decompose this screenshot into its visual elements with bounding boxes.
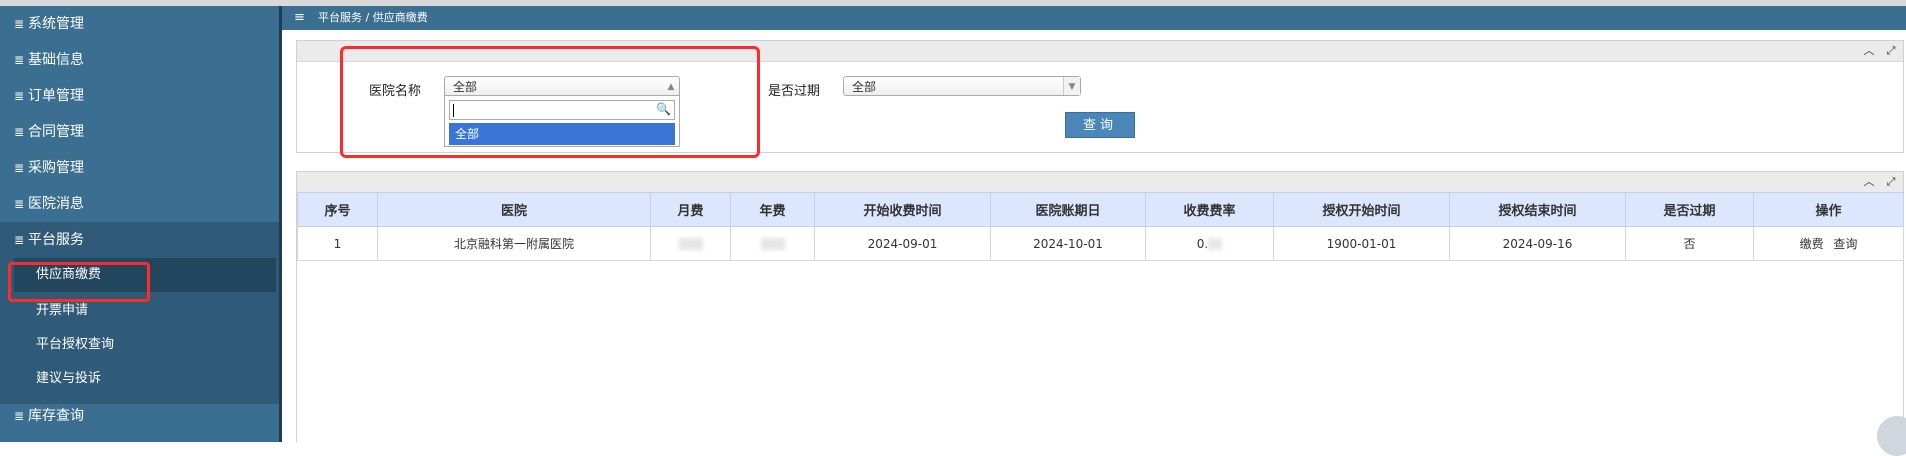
- sidebar-item-purchasing[interactable]: ≣ 采购管理: [0, 150, 279, 186]
- sidebar-item-label: 系统管理: [28, 16, 84, 32]
- sidebar-item-label: 基础信息: [28, 52, 84, 68]
- breadcrumb: 平台服务 / 供应商缴费: [318, 11, 428, 24]
- table-panel-header: ︿ ⤢: [297, 172, 1903, 193]
- list-icon: ≣: [14, 53, 25, 67]
- cell-index: 1: [297, 226, 378, 261]
- list-icon: ≣: [14, 161, 25, 175]
- cell-hospital: 北京融科第一附属医院: [377, 226, 651, 261]
- cell-billing-day: 2024-10-01: [990, 226, 1146, 261]
- col-header-annual-fee[interactable]: 年费: [730, 192, 815, 227]
- sidebar-item-label: 合同管理: [28, 124, 84, 140]
- list-icon: ≣: [14, 125, 25, 139]
- rate-value: 0.: [1196, 236, 1209, 251]
- cell-auth-start: 1900-01-01: [1273, 226, 1450, 261]
- menu-toggle-icon[interactable]: ≡: [294, 6, 305, 30]
- col-header-rate[interactable]: 收费费率: [1145, 192, 1274, 227]
- pay-link[interactable]: 缴费: [1800, 237, 1824, 251]
- sidebar-subitem-feedback[interactable]: 建议与投诉: [0, 362, 279, 396]
- expand-icon[interactable]: ⤢: [1883, 43, 1899, 59]
- col-header-auth-end[interactable]: 授权结束时间: [1449, 192, 1626, 227]
- query-link[interactable]: 查询: [1833, 237, 1857, 251]
- sidebar-item-label: 平台服务: [28, 232, 84, 248]
- expired-label: 是否过期: [768, 84, 821, 99]
- query-button[interactable]: 查询: [1065, 112, 1135, 138]
- blurred-value: [760, 238, 785, 250]
- floating-help-button[interactable]: [1877, 416, 1906, 456]
- col-header-expired[interactable]: 是否过期: [1625, 192, 1754, 227]
- fee-table: 序号 医院 月费 年费 开始收费时间 医院账期日 收费费率 授权开始时间 授权结…: [297, 192, 1904, 261]
- expired-select[interactable]: 全部 ▼: [843, 76, 1081, 96]
- cell-annual-fee: [730, 226, 815, 261]
- sidebar-item-label: 采购管理: [28, 160, 84, 176]
- list-icon: ≣: [14, 197, 25, 211]
- table-panel: ︿ ⤢ 序号 医院 月费 年费 开始收费时间 医院账期日 收费费率 授权开始时间…: [296, 171, 1906, 456]
- collapse-icon[interactable]: ︿: [1861, 43, 1877, 59]
- cell-expired: 否: [1625, 226, 1754, 261]
- highlight-box-sidebar: [8, 262, 150, 302]
- blurred-value: [678, 238, 703, 250]
- sidebar-item-inventory[interactable]: ≣ 库存查询: [0, 398, 279, 434]
- sidebar: ≣ 系统管理 ≣ 基础信息 ≣ 订单管理 ≣ 合同管理 ≣ 采购管理 ≣ 医院消息 ≣ 平台服…: [0, 6, 279, 442]
- breadcrumb-bar: ≡ 平台服务 / 供应商缴费: [282, 6, 1906, 30]
- submenu-platform-services: ≣ 平台服务 供应商缴费 开票申请 平台授权查询 建议与投诉: [0, 222, 279, 404]
- cell-rate: 0.: [1145, 226, 1274, 261]
- col-header-billing-day[interactable]: 医院账期日: [990, 192, 1146, 227]
- sidebar-divider: [279, 6, 282, 442]
- list-icon: ≣: [14, 233, 25, 247]
- col-header-actions: 操作: [1753, 192, 1904, 227]
- table-header-row: 序号 医院 月费 年费 开始收费时间 医院账期日 收费费率 授权开始时间 授权结…: [297, 192, 1904, 227]
- cell-auth-end: 2024-09-16: [1449, 226, 1626, 261]
- collapse-icon[interactable]: ︿: [1861, 174, 1877, 190]
- table-row[interactable]: 1 北京融科第一附属医院 2024-09-01 2024-10-01 0. 19…: [297, 226, 1904, 261]
- expand-icon[interactable]: ⤢: [1883, 174, 1899, 190]
- sidebar-item-system[interactable]: ≣ 系统管理: [0, 6, 279, 42]
- highlight-box-filter: [340, 46, 760, 158]
- sidebar-item-hospital-messages[interactable]: ≣ 医院消息: [0, 186, 279, 222]
- col-header-auth-start[interactable]: 授权开始时间: [1273, 192, 1450, 227]
- col-header-hospital[interactable]: 医院: [377, 192, 651, 227]
- cell-start-charge: 2024-09-01: [814, 226, 991, 261]
- sidebar-item-label: 库存查询: [28, 408, 84, 424]
- chevron-down-icon: ▼: [1063, 77, 1080, 95]
- blurred-value: [1208, 238, 1223, 250]
- col-header-index[interactable]: 序号: [297, 192, 378, 227]
- sidebar-item-label: 订单管理: [28, 88, 84, 104]
- sidebar-item-platform-services[interactable]: ≣ 平台服务: [0, 222, 279, 258]
- list-icon: ≣: [14, 409, 25, 423]
- sidebar-item-orders[interactable]: ≣ 订单管理: [0, 78, 279, 114]
- sidebar-item-basic-info[interactable]: ≣ 基础信息: [0, 42, 279, 78]
- col-header-start-charge[interactable]: 开始收费时间: [814, 192, 991, 227]
- list-icon: ≣: [14, 89, 25, 103]
- expired-select-value: 全部: [852, 80, 877, 94]
- col-header-monthly-fee[interactable]: 月费: [650, 192, 731, 227]
- cell-actions: 缴费 查询: [1753, 226, 1904, 261]
- sidebar-subitem-auth-query[interactable]: 平台授权查询: [0, 328, 279, 362]
- sidebar-item-label: 医院消息: [28, 196, 84, 212]
- cell-monthly-fee: [650, 226, 731, 261]
- list-icon: ≣: [14, 17, 25, 31]
- sidebar-item-contracts[interactable]: ≣ 合同管理: [0, 114, 279, 150]
